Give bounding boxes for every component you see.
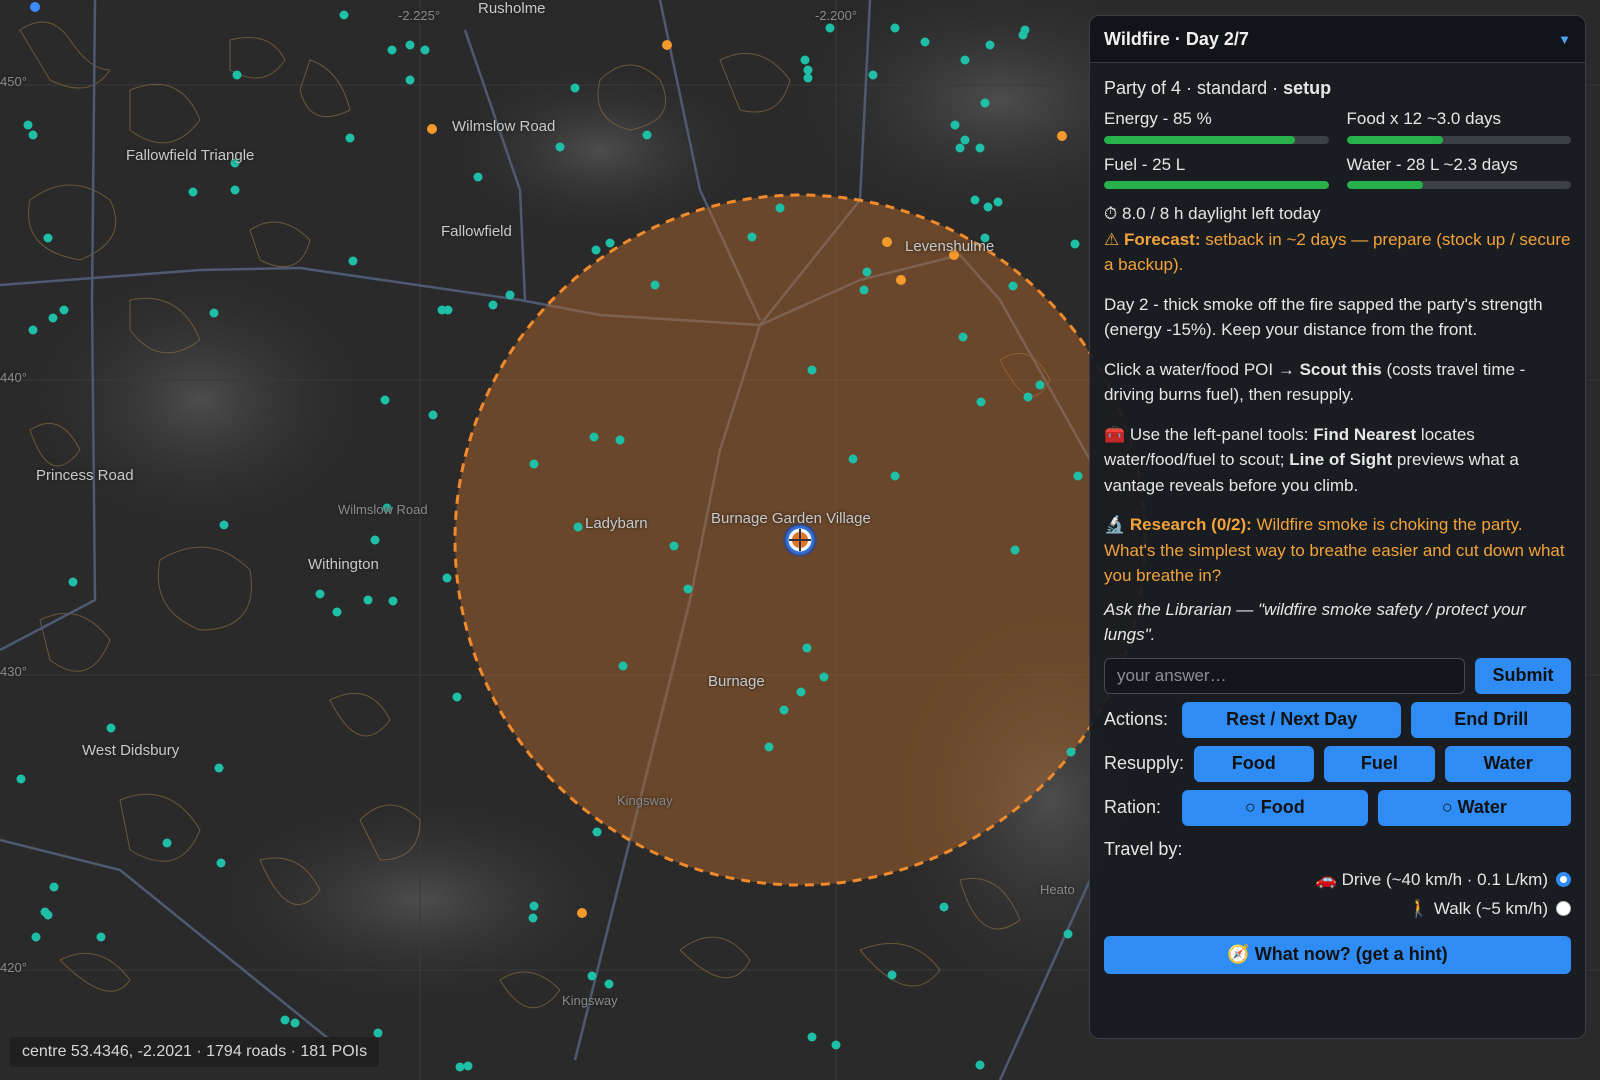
stat-fuel: Fuel - 25 L — [1104, 152, 1329, 194]
user-location-icon — [30, 2, 40, 12]
resupply-food-button[interactable]: Food — [1193, 745, 1314, 782]
daylight-remaining: ⏱ 8.0 / 8 h daylight left today — [1104, 204, 1321, 223]
resupply-row: Resupply: Food Fuel Water — [1104, 745, 1571, 782]
stat-water: Water - 28 L ~2.3 days — [1346, 152, 1571, 194]
actions-row: Actions: Rest / Next Day End Drill — [1104, 701, 1571, 738]
answer-input[interactable] — [1104, 657, 1465, 694]
forecast-warning: ⚠ Forecast: setback in ~2 days — prepare… — [1104, 227, 1571, 278]
map-label: Withington — [308, 556, 379, 573]
actions-label: Actions: — [1104, 709, 1169, 729]
resupply-fuel-button[interactable]: Fuel — [1323, 745, 1436, 782]
map-status-bar: centre 53.4346, -2.2021 · 1794 roads · 1… — [10, 1037, 380, 1067]
map-label: Kingsway — [617, 793, 673, 808]
fuel-bar-fill — [1104, 181, 1329, 189]
resource-stats: Energy - 85 % Food x 12 ~3.0 days Fuel -… — [1104, 106, 1571, 193]
energy-bar-fill — [1104, 135, 1295, 144]
scout-instructions: Click a water/food POI → Scout this (cos… — [1104, 359, 1526, 405]
get-hint-button[interactable]: 🧭 What now? (get a hint) — [1104, 935, 1571, 974]
map-label: 440° — [0, 370, 27, 385]
stat-water-label: Water - 28 L ~2.3 days — [1346, 154, 1518, 174]
ration-food-toggle[interactable]: ○ Food — [1182, 789, 1368, 826]
travel-drive-label: 🚗 Drive (~40 km/h · 0.1 L/km) — [1315, 869, 1548, 889]
party-mode: setup — [1283, 78, 1332, 98]
ration-row: Ration: ○ Food ○ Water — [1104, 789, 1571, 826]
water-bar-fill — [1346, 181, 1423, 189]
map-label: 420° — [0, 960, 27, 975]
map-label: Levenshulme — [905, 238, 995, 255]
end-drill-button[interactable]: End Drill — [1411, 701, 1571, 738]
map-label: Princess Road — [36, 467, 134, 484]
collapse-chevron-icon[interactable]: ▼ — [1558, 32, 1571, 47]
travel-label: Travel by: — [1104, 838, 1183, 859]
answer-row: Submit — [1104, 657, 1571, 694]
research-label: 🔬 Research (0/2): — [1104, 515, 1252, 534]
map-label: Wilmslow Road — [338, 502, 428, 517]
map-label: Kingsway — [562, 993, 618, 1008]
map-label: West Didsbury — [82, 742, 180, 759]
party-marker-icon[interactable] — [783, 523, 817, 557]
stat-energy-label: Energy - 85 % — [1104, 109, 1212, 128]
ration-water-toggle[interactable]: ○ Water — [1377, 789, 1571, 826]
research-question: 🔬 Research (0/2): Wildfire smoke is chok… — [1104, 512, 1571, 589]
scenario-panel: Wildfire · Day 2/7 ▼ Party of 4 · standa… — [1089, 15, 1586, 1039]
travel-walk-option[interactable]: 🚶 Walk (~5 km/h) — [1104, 896, 1571, 922]
map-label: Wilmslow Road — [452, 118, 556, 135]
map-label: Ladybarn — [585, 515, 648, 532]
travel-walk-label: 🚶 Walk (~5 km/h) — [1407, 899, 1548, 918]
travel-drive-option[interactable]: 🚗 Drive (~40 km/h · 0.1 L/km) — [1104, 867, 1571, 893]
panel-body: Party of 4 · standard · setup Energy - 8… — [1090, 63, 1585, 986]
rest-next-day-button[interactable]: Rest / Next Day — [1182, 701, 1402, 738]
food-bar-fill — [1346, 135, 1444, 144]
map-label: Rusholme — [478, 0, 546, 17]
librarian-hint: Ask the Librarian — "wildfire smoke safe… — [1104, 599, 1526, 645]
forecast-label: ⚠ Forecast: — [1104, 229, 1201, 249]
fuel-bar — [1104, 181, 1329, 189]
party-summary: Party of 4 · standard · setup — [1104, 78, 1332, 98]
resupply-label: Resupply: — [1104, 753, 1185, 773]
map-label: -2.225° — [398, 8, 441, 23]
map-label: Fallowfield Triangle — [126, 147, 255, 164]
tools-instructions: 🧰 Use the left-panel tools: Find Nearest… — [1104, 424, 1519, 495]
map-label: 450° — [0, 74, 27, 89]
map-label: 430° — [0, 664, 27, 679]
travel-walk-radio[interactable] — [1556, 901, 1571, 917]
stat-food-label: Food x 12 ~3.0 days — [1346, 109, 1502, 128]
food-bar — [1346, 135, 1571, 144]
resupply-water-button[interactable]: Water — [1445, 745, 1571, 782]
panel-header[interactable]: Wildfire · Day 2/7 ▼ — [1090, 16, 1585, 63]
day-report: Day 2 - thick smoke off the fire sapped … — [1104, 294, 1543, 340]
map-label: Burnage — [708, 673, 765, 690]
stat-energy: Energy - 85 % — [1104, 106, 1329, 148]
map-label: Fallowfield — [441, 223, 512, 240]
water-bar — [1346, 181, 1571, 189]
submit-button[interactable]: Submit — [1475, 657, 1571, 694]
panel-title: Wildfire · Day 2/7 — [1104, 28, 1249, 49]
ration-label: Ration: — [1104, 797, 1162, 817]
stat-fuel-label: Fuel - 25 L — [1104, 154, 1186, 174]
map-label: -2.200° — [815, 8, 858, 23]
travel-drive-radio[interactable] — [1556, 871, 1571, 887]
map-label: Burnage Garden Village — [711, 510, 871, 527]
map-label: Heato — [1040, 882, 1075, 897]
energy-bar — [1104, 135, 1329, 144]
stat-food: Food x 12 ~3.0 days — [1346, 106, 1571, 148]
